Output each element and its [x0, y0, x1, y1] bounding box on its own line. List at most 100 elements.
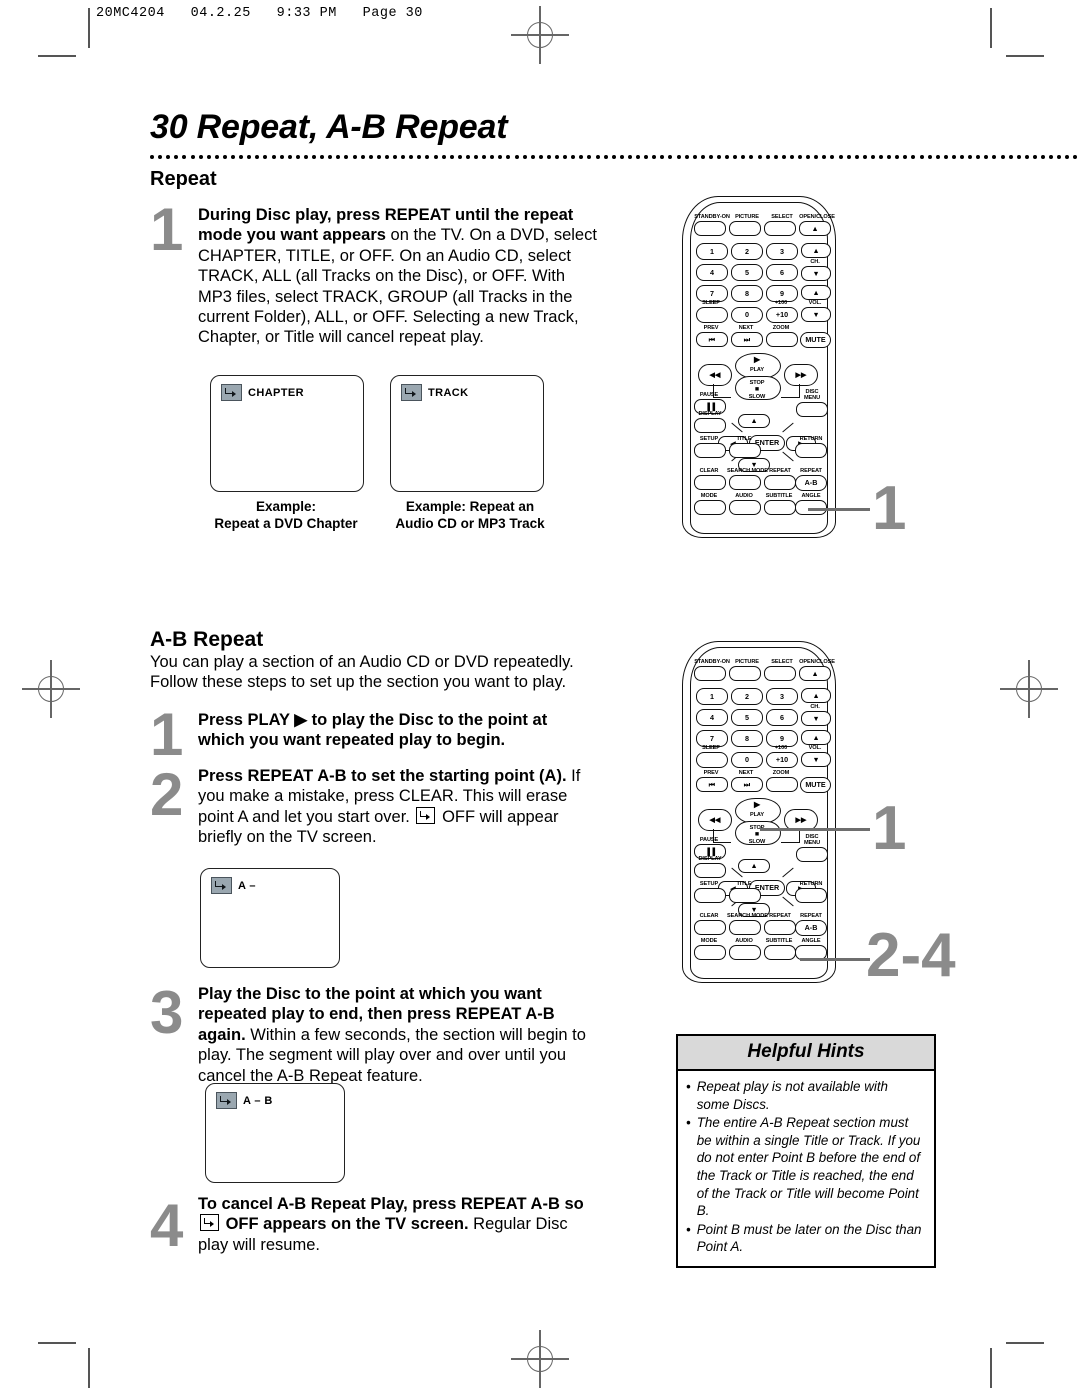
remote-button-mute[interactable]: MUTE — [800, 332, 831, 348]
remote-button-rewind[interactable]: ◀◀ — [698, 364, 732, 386]
remote-button-fast-forward[interactable]: ▶▶ — [784, 364, 818, 386]
remote-label-slow: SLOW — [748, 394, 766, 400]
remote-button-open-close[interactable]: ▲ — [799, 666, 831, 681]
remote-button-clear[interactable] — [694, 920, 726, 935]
remote-button-num-5[interactable]: 5 — [731, 709, 763, 726]
remote-button-num-5[interactable]: 5 — [731, 264, 763, 281]
hint-text: The entire A-B Repeat section must be wi… — [696, 1115, 921, 1219]
remote-label-standby-on: STANDBY-ON — [694, 659, 730, 665]
remote-button-search-mode[interactable] — [729, 920, 761, 935]
remote-button-num-3[interactable]: 3 — [766, 688, 798, 705]
remote-button-sleep[interactable] — [696, 752, 728, 768]
remote-label-play-glyph: ▶ — [753, 800, 761, 809]
caption-track-line2: Audio CD or MP3 Track — [395, 516, 545, 531]
remote-button-mode[interactable] — [694, 945, 726, 960]
remote-button-prev[interactable]: ⏮ — [696, 777, 728, 792]
remote-button-num-8[interactable]: 8 — [731, 730, 763, 747]
trim-mark-bottom-right — [1006, 1342, 1044, 1344]
remote-button-return[interactable] — [795, 443, 827, 458]
remote-label-repeat: REPEAT — [769, 468, 791, 474]
remote-button-mode[interactable] — [694, 500, 726, 515]
remote-button-disc-menu[interactable] — [796, 847, 828, 862]
remote-button-num-4[interactable]: 4 — [696, 709, 728, 726]
ab-step-3-plain: Within a few seconds, the section will b… — [198, 1025, 586, 1085]
remote-button-picture[interactable] — [729, 221, 761, 236]
remote-button-setup[interactable] — [694, 888, 726, 903]
remote-label-select: SELECT — [771, 659, 793, 665]
remote-button-display[interactable] — [694, 863, 726, 878]
remote-button-num-3[interactable]: 3 — [766, 243, 798, 260]
remote-button-num-8[interactable]: 8 — [731, 285, 763, 302]
caption-chapter: Example: Repeat a DVD Chapter — [190, 498, 382, 532]
remote-button-vol-up[interactable]: ▲ — [801, 730, 831, 745]
remote-button-plus10[interactable]: +10 — [766, 307, 798, 323]
remote-button-repeat-ab[interactable]: A-B — [795, 920, 827, 936]
remote-label-audio: AUDIO — [735, 493, 753, 499]
step-number-ab-2: 2 — [150, 761, 184, 828]
remote-button-num-6[interactable]: 6 — [766, 264, 798, 281]
remote-button-num-0[interactable]: 0 — [731, 307, 763, 323]
callout-remote-1: 1 — [872, 474, 907, 543]
remote-button-ch-down[interactable]: ▼ — [801, 266, 831, 281]
osd-label-point-a: A – — [211, 877, 256, 894]
remote-button-num-1[interactable]: 1 — [696, 688, 728, 705]
remote-label-slow: SLOW — [748, 839, 766, 845]
remote-button-num-4[interactable]: 4 — [696, 264, 728, 281]
remote-button-ch-down[interactable]: ▼ — [801, 711, 831, 726]
remote-button-sleep[interactable] — [696, 307, 728, 323]
remote-button-setup[interactable] — [694, 443, 726, 458]
remote-button-vol-down[interactable]: ▼ — [801, 307, 831, 322]
tv-screen-track: TRACK — [390, 375, 544, 492]
remote-button-return[interactable] — [795, 888, 827, 903]
remote-button-num-2[interactable]: 2 — [731, 243, 763, 260]
remote-button-audio[interactable] — [729, 945, 761, 960]
remote-button-next[interactable]: ⏭ — [731, 332, 763, 347]
remote-button-prev[interactable]: ⏮ — [696, 332, 728, 347]
osd-label-text: A – B — [243, 1094, 273, 1107]
remote-button-subtitle[interactable] — [764, 945, 796, 960]
remote-label-plus100: +100 — [774, 300, 788, 306]
remote-button-vol-up[interactable]: ▲ — [801, 285, 831, 300]
remote-button-nav-up[interactable]: ▲ — [738, 414, 770, 428]
remote-button-num-2[interactable]: 2 — [731, 688, 763, 705]
bullet-icon: • — [686, 1115, 691, 1131]
step-1-rest: On a DVD, select CHAPTER, TITLE, or OFF.… — [198, 226, 597, 347]
remote-button-search-mode[interactable] — [729, 475, 761, 490]
remote-button-repeat[interactable] — [764, 920, 796, 935]
step-number-ab-3: 3 — [150, 979, 184, 1046]
remote-button-repeat[interactable] — [764, 475, 796, 490]
remote-button-num-6[interactable]: 6 — [766, 709, 798, 726]
remote-label-subtitle: SUBTITLE — [765, 493, 793, 499]
remote-button-subtitle[interactable] — [764, 500, 796, 515]
remote-button-repeat-ab[interactable]: A-B — [795, 475, 827, 491]
remote-button-display[interactable] — [694, 418, 726, 433]
remote-button-title[interactable] — [729, 888, 761, 903]
remote-button-picture[interactable] — [729, 666, 761, 681]
remote-button-zoom[interactable] — [766, 332, 798, 347]
caption-track: Example: Repeat an Audio CD or MP3 Track — [372, 498, 568, 532]
remote-button-audio[interactable] — [729, 500, 761, 515]
remote-button-mute[interactable]: MUTE — [800, 777, 831, 793]
remote-button-title[interactable] — [729, 443, 761, 458]
remote-button-select[interactable] — [764, 666, 796, 681]
remote-button-nav-up[interactable]: ▲ — [738, 859, 770, 873]
remote-button-num-1[interactable]: 1 — [696, 243, 728, 260]
remote-button-vol-down[interactable]: ▼ — [801, 752, 831, 767]
remote-button-num-0[interactable]: 0 — [731, 752, 763, 768]
remote-button-ch-up[interactable]: ▲ — [801, 243, 831, 258]
remote-button-clear[interactable] — [694, 475, 726, 490]
remote-button-rewind[interactable]: ◀◀ — [698, 809, 732, 831]
remote-label-setup: SETUP — [699, 881, 719, 887]
remote-button-plus10[interactable]: +10 — [766, 752, 798, 768]
remote-button-select[interactable] — [764, 221, 796, 236]
ab-step-4-bold-a: To cancel A-B Repeat Play, press REPEAT … — [198, 1195, 584, 1213]
remote-button-standby-on[interactable] — [694, 666, 726, 681]
remote-button-standby-on[interactable] — [694, 221, 726, 236]
ab-step-4-bold-b: OFF appears on the TV screen. — [221, 1215, 469, 1234]
remote-button-zoom[interactable] — [766, 777, 798, 792]
remote-button-disc-menu[interactable] — [796, 402, 828, 417]
trim-bar-bottom-right — [990, 1348, 992, 1388]
remote-button-next[interactable]: ⏭ — [731, 777, 763, 792]
remote-button-ch-up[interactable]: ▲ — [801, 688, 831, 703]
remote-button-open-close[interactable]: ▲ — [799, 221, 831, 236]
